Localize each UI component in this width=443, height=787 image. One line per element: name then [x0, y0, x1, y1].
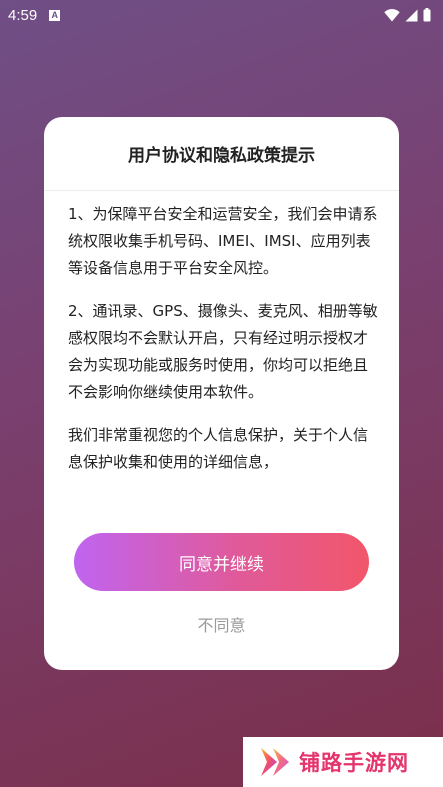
signal-icon: [405, 9, 418, 21]
status-time: 4:59: [8, 6, 38, 24]
wifi-icon: [384, 8, 400, 21]
site-watermark: 铺路手游网: [243, 737, 443, 787]
status-icons: [384, 8, 431, 22]
battery-icon: [423, 8, 431, 22]
status-bar: 4:59 A: [0, 0, 443, 30]
watermark-text: 铺路手游网: [299, 751, 409, 775]
policy-content-scroll[interactable]: 1、为保障平台安全和运营安全，我们会申请系统权限收集手机号码、IMEI、IMSI…: [68, 201, 378, 506]
title-divider: [44, 190, 399, 191]
policy-paragraph-2: 2、通讯录、GPS、摄像头、麦克风、相册等敏感权限均不会默认开启，只有经过明示授…: [68, 302, 378, 401]
disagree-button[interactable]: 不同意: [144, 607, 299, 641]
policy-paragraph-3: 我们非常重视您的个人信息保护，关于个人信息保护收集和使用的详细信息，: [68, 426, 369, 471]
notification-a-icon: A: [49, 9, 61, 21]
dialog-title: 用户协议和隐私政策提示: [128, 146, 315, 166]
policy-paragraph-1: 1、为保障平台安全和运营安全，我们会申请系统权限收集手机号码、IMEI、IMSI…: [68, 205, 378, 277]
privacy-dialog: 用户协议和隐私政策提示 1、为保障平台安全和运营安全，我们会申请系统权限收集手机…: [44, 117, 399, 670]
agree-continue-button[interactable]: 同意并继续: [74, 533, 369, 591]
watermark-logo-icon: [261, 748, 289, 776]
